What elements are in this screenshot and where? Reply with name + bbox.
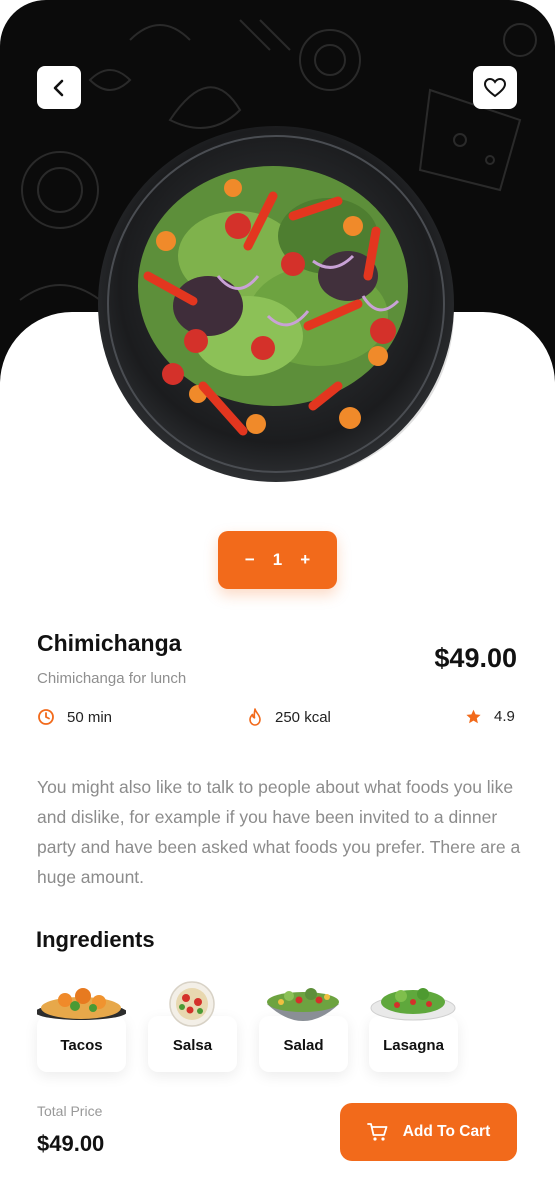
product-description: You might also like to talk to people ab… <box>37 777 521 887</box>
favorite-button[interactable] <box>473 66 517 109</box>
quantity-plus-button[interactable]: + <box>300 550 310 570</box>
ingredient-name: Salad <box>283 1037 324 1054</box>
calories-value: 250 kcal <box>275 708 331 726</box>
quantity-stepper: − 1 + <box>218 531 337 589</box>
clock-icon <box>38 709 54 725</box>
ingredient-name: Lasagna <box>383 1037 444 1054</box>
total-price-value: $49.00 <box>37 1131 105 1156</box>
chevron-left-icon <box>53 79 64 96</box>
ingredient-card-salsa[interactable]: Salsa <box>148 980 237 1072</box>
ingredient-name: Tacos <box>60 1037 103 1054</box>
rating-value: 4.9 <box>494 708 515 725</box>
salsa-bowl-image <box>169 981 215 1027</box>
prep-time: 50 min <box>37 708 112 726</box>
product-title: Chimichanga <box>37 630 182 656</box>
ingredient-name: Salsa <box>172 1037 213 1054</box>
flame-icon <box>249 708 261 726</box>
salad-plate-image <box>98 126 454 482</box>
prep-time-value: 50 min <box>67 708 113 726</box>
lasagna-plate-image <box>370 988 456 1021</box>
back-button[interactable] <box>37 66 81 109</box>
quantity-minus-button[interactable]: − <box>245 550 255 570</box>
product-price: $49.00 <box>434 643 517 673</box>
tacos-dish-image <box>37 988 126 1020</box>
calories: 250 kcal <box>247 708 331 726</box>
ingredient-card-tacos[interactable]: Tacos <box>37 980 126 1072</box>
ingredient-card-salad[interactable]: Salad <box>259 980 348 1072</box>
add-to-cart-button[interactable]: Add To Cart <box>340 1103 517 1161</box>
product-subtitle: Chimichanga for lunch <box>37 670 187 687</box>
quantity-value: 1 <box>272 550 283 569</box>
rating: 4.9 <box>465 708 515 725</box>
ingredients-heading: Ingredients <box>36 927 155 952</box>
cart-icon <box>366 1123 388 1141</box>
product-detail-screen: − 1 + Chimichanga Chimichanga for lunch … <box>0 0 555 1200</box>
salad-bowl-image <box>267 988 339 1021</box>
total-price-label: Total Price <box>37 1103 103 1119</box>
ingredient-card-lasagna[interactable]: Lasagna <box>369 980 458 1072</box>
add-to-cart-label: Add To Cart <box>402 1123 491 1140</box>
heart-icon <box>483 77 507 97</box>
star-icon <box>466 709 481 723</box>
